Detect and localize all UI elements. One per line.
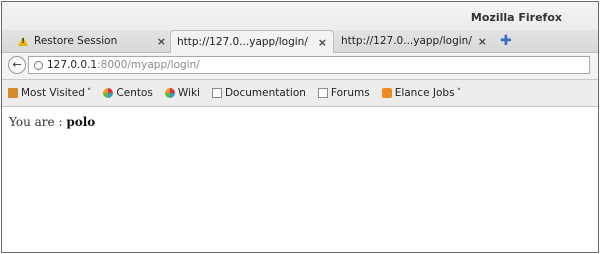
back-arrow-icon[interactable]: ← [8, 56, 26, 74]
warning-icon [18, 36, 28, 46]
url-bar[interactable]: 127.0.0.1 :8000/myapp/login/ [28, 56, 590, 74]
bookmark-most-visited[interactable]: Most Visited ˅ [8, 87, 91, 99]
bookmark-label: Elance Jobs [394, 87, 455, 99]
chevron-down-icon: ˅ [86, 88, 92, 98]
bookmark-label: Most Visited [21, 87, 85, 99]
chevron-down-icon: ˅ [456, 88, 462, 98]
username: polo [66, 115, 96, 129]
bookmark-label: Documentation [224, 87, 306, 99]
url-path: :8000/myapp/login/ [97, 59, 200, 71]
page-content: You are : polo [2, 107, 598, 252]
bookmark-label: Forums [330, 87, 370, 99]
page-icon [317, 88, 328, 98]
wiki-icon [164, 88, 175, 98]
close-tab-icon[interactable]: × [318, 36, 327, 49]
message-prefix: You are : [9, 115, 67, 129]
page-icon [211, 88, 222, 98]
tab-strip: Restore Session × http://127.0...yapp/lo… [2, 30, 598, 53]
tab-label: http://127.0...yapp/login/ [341, 35, 472, 47]
centos-icon [103, 88, 114, 98]
bookmark-elance-jobs[interactable]: Elance Jobs ˅ [381, 87, 462, 99]
bookmark-forums[interactable]: Forums [317, 87, 370, 99]
title-bar: Mozilla Firefox [2, 2, 598, 30]
bookmarks-toolbar: Most Visited ˅ Centos Wiki Documentation… [2, 80, 598, 107]
new-tab-icon[interactable]: ✚ [500, 33, 512, 49]
tab-login-active[interactable]: http://127.0...yapp/login/ × [170, 30, 334, 53]
tab-label: http://127.0...yapp/login/ [177, 36, 308, 48]
tab-label: Restore Session [34, 35, 118, 47]
browser-window: Mozilla Firefox Restore Session × http:/… [1, 1, 599, 253]
close-tab-icon[interactable]: × [478, 35, 487, 48]
window-title: Mozilla Firefox [470, 11, 562, 24]
tab-restore-session[interactable]: Restore Session × [6, 30, 172, 52]
bookmark-documentation[interactable]: Documentation [211, 87, 306, 99]
rss-icon [381, 88, 392, 98]
close-tab-icon[interactable]: × [157, 35, 166, 48]
bookmark-wiki[interactable]: Wiki [164, 87, 200, 99]
globe-icon [34, 60, 43, 70]
bookmark-centos[interactable]: Centos [103, 87, 153, 99]
login-message: You are : polo [9, 115, 95, 129]
tab-login[interactable]: http://127.0...yapp/login/ × [335, 30, 493, 52]
navigation-bar: ← 127.0.0.1 :8000/myapp/login/ [2, 53, 598, 80]
bookmark-label: Centos [116, 87, 153, 99]
bookmark-label: Wiki [177, 87, 200, 99]
url-host: 127.0.0.1 [47, 59, 98, 71]
folder-icon [8, 88, 18, 98]
